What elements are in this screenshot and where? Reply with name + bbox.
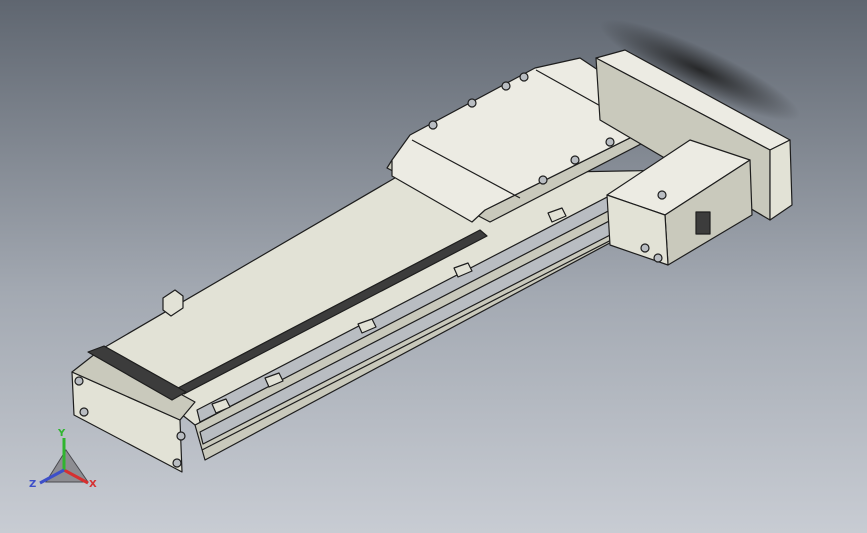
gearbox-screw-3 (653, 253, 663, 263)
carriage-screw-2 (467, 98, 477, 108)
end-cap-screw-3 (176, 431, 186, 441)
carriage-screw-4 (519, 72, 529, 82)
triad-z-label: Z (29, 479, 36, 490)
carriage-screw-5 (605, 137, 615, 147)
gearbox-screw-2 (640, 243, 650, 253)
connector-plug (695, 211, 711, 235)
triad-x-label: X (89, 479, 97, 490)
carriage-screw-3 (501, 81, 511, 91)
end-cap-screw-1 (74, 376, 84, 386)
cad-scene[interactable]: X Y Z (0, 0, 867, 533)
cad-viewport[interactable]: X Y Z (0, 0, 867, 533)
triad-y-label: Y (57, 428, 66, 439)
end-cap-screw-4 (172, 458, 182, 468)
carriage-screw-7 (538, 175, 548, 185)
end-cap-screw-2 (79, 407, 89, 417)
carriage-screw-6 (570, 155, 580, 165)
carriage-screw-1 (428, 120, 438, 130)
gearbox-screw-1 (657, 190, 667, 200)
